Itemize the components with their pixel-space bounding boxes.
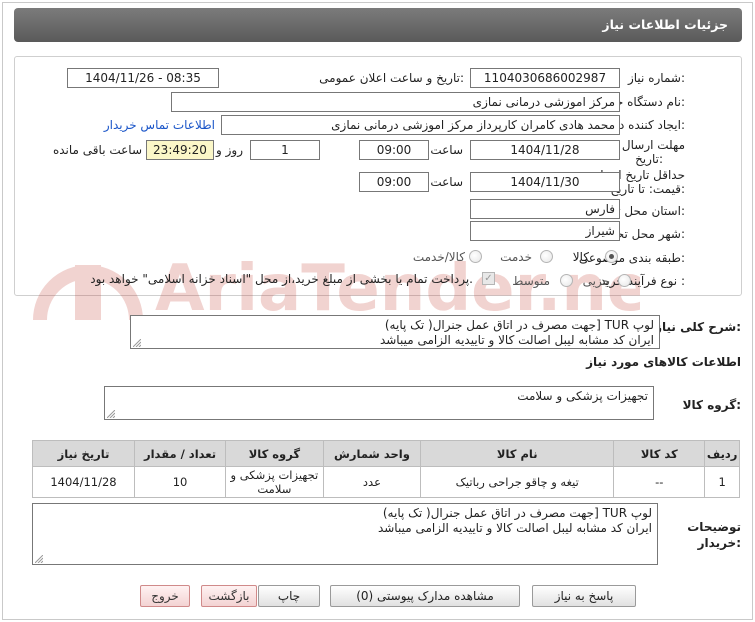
category-radio-service[interactable] xyxy=(540,250,553,263)
th-name: نام کالا xyxy=(420,440,615,467)
payment-note: پرداخت تمام یا بخشی از مبلغ خرید،از محل … xyxy=(90,272,473,286)
cell-quantity: 10 xyxy=(133,466,227,498)
resize-grip-icon xyxy=(133,339,141,347)
th-code: کد کالا xyxy=(613,440,706,467)
th-row: ردیف xyxy=(704,440,740,467)
deadline-date-field: 1404/11/28 xyxy=(470,140,620,160)
remaining-label: ساعت باقی مانده xyxy=(52,143,142,157)
need-number-label: شماره نیاز: xyxy=(627,71,685,85)
cell-group: تجهیزات پزشکی و سلامت xyxy=(225,466,324,498)
buyer-desc-label: توضیحات xyxy=(687,520,741,534)
process-radio-medium[interactable] xyxy=(560,274,573,287)
back-button[interactable]: بازگشت xyxy=(201,585,257,607)
cell-name: تیغه و چاقو جراحی رباتیک xyxy=(420,466,615,498)
buyer-desc-line-2: ایران کد مشابه لیبل اصالت کالا و تاییدیه… xyxy=(377,521,652,535)
creator-field: محمد هادی کامران کارپرداز مرکز اموزشی در… xyxy=(221,115,620,135)
need-number-field: 1104030686002987 xyxy=(470,68,620,88)
announce-field: 1404/11/26 - 08:35 xyxy=(67,68,219,88)
payment-checkbox[interactable]: ✓ xyxy=(482,272,495,285)
th-group: گروه کالا xyxy=(225,440,324,467)
validity-time-field: 09:00 xyxy=(359,172,429,192)
general-desc-line-1: لوپ TUR [جهت مصرف در اتاق عمل جنرال( تک … xyxy=(384,318,654,332)
goods-info-title: اطلاعات کالاهای مورد نیاز xyxy=(586,355,741,369)
category-radio-goods[interactable] xyxy=(605,250,618,263)
days-field: 1 xyxy=(250,140,320,160)
general-desc-textarea[interactable]: لوپ TUR [جهت مصرف در اتاق عمل جنرال( تک … xyxy=(130,315,660,349)
resize-grip-icon xyxy=(35,555,43,563)
province-field: فارس xyxy=(470,199,620,219)
process-option-medium: متوسط xyxy=(512,274,550,288)
deadline-label-2: تاریخ: xyxy=(635,152,663,166)
th-unit: واحد شمارش xyxy=(322,440,422,467)
general-desc-label: شرح کلی نیاز: xyxy=(655,320,741,334)
process-radio-minor[interactable] xyxy=(618,274,631,287)
days-label: روز و xyxy=(216,143,243,157)
goods-group-field: تجهیزات پزشکی و سلامت xyxy=(104,386,654,420)
process-label: نوع فرآیند خرید : xyxy=(600,274,685,288)
goods-group-label: گروه کالا: xyxy=(682,398,741,412)
validity-time-label: ساعت xyxy=(430,175,463,189)
page-title: جزئیات اطلاعات نیاز xyxy=(602,17,728,32)
table-row: 1 -- تیغه و چاقو جراحی رباتیک عدد تجهیزا… xyxy=(32,466,740,498)
category-option-service: خدمت xyxy=(500,250,532,264)
city-field: شیراز xyxy=(470,221,620,241)
goods-group-value: تجهیزات پزشکی و سلامت xyxy=(517,389,648,403)
buyer-desc-line-1: لوپ TUR [جهت مصرف در اتاق عمل جنرال( تک … xyxy=(382,506,652,520)
buyer-contact-link[interactable]: اطلاعات تماس خریدار xyxy=(104,118,215,132)
reply-button[interactable]: پاسخ به نیاز xyxy=(532,585,636,607)
deadline-time-field: 09:00 xyxy=(359,140,429,160)
cell-row: 1 xyxy=(704,466,740,498)
validity-date-field: 1404/11/30 xyxy=(470,172,620,192)
header-bar: جزئیات اطلاعات نیاز xyxy=(14,8,742,42)
cell-date: 1404/11/28 xyxy=(32,466,135,498)
general-desc-line-2: ایران کد مشابه لیبل اصالت کالا و تاییدیه… xyxy=(379,333,654,347)
deadline-time-label: ساعت xyxy=(430,143,463,157)
category-option-goods-service: کالا/خدمت xyxy=(412,250,465,264)
buyer-desc-label-2: خریدار: xyxy=(697,536,741,550)
category-label: طبقه بندی موضوعی: xyxy=(578,251,685,265)
category-radio-goods-service[interactable] xyxy=(469,250,482,263)
th-quantity: تعداد / مقدار xyxy=(133,440,227,467)
buyer-desc-textarea[interactable]: لوپ TUR [جهت مصرف در اتاق عمل جنرال( تک … xyxy=(32,503,658,565)
remaining-time-field: 23:49:20 xyxy=(146,140,214,160)
table-header-row: ردیف کد کالا نام کالا واحد شمارش گروه کا… xyxy=(32,440,740,467)
buyer-org-field: مرکز اموزشی درمانی نمازی xyxy=(171,92,620,112)
print-button[interactable]: چاپ xyxy=(258,585,320,607)
category-option-goods: کالا xyxy=(572,250,589,264)
exit-button[interactable]: خروج xyxy=(140,585,190,607)
process-option-minor: جزیی xyxy=(582,274,610,288)
th-date: تاریخ نیاز xyxy=(32,440,135,467)
validity-label-2: قیمت: تا تاریخ: xyxy=(610,182,685,196)
attachments-button[interactable]: مشاهده مدارک پیوستی (0) xyxy=(330,585,520,607)
announce-label: تاریخ و ساعت اعلان عمومی: xyxy=(319,71,464,85)
resize-grip-icon xyxy=(107,410,115,418)
cell-code: -- xyxy=(613,466,706,498)
goods-table: ردیف کد کالا نام کالا واحد شمارش گروه کا… xyxy=(32,440,740,498)
cell-unit: عدد xyxy=(322,466,422,498)
